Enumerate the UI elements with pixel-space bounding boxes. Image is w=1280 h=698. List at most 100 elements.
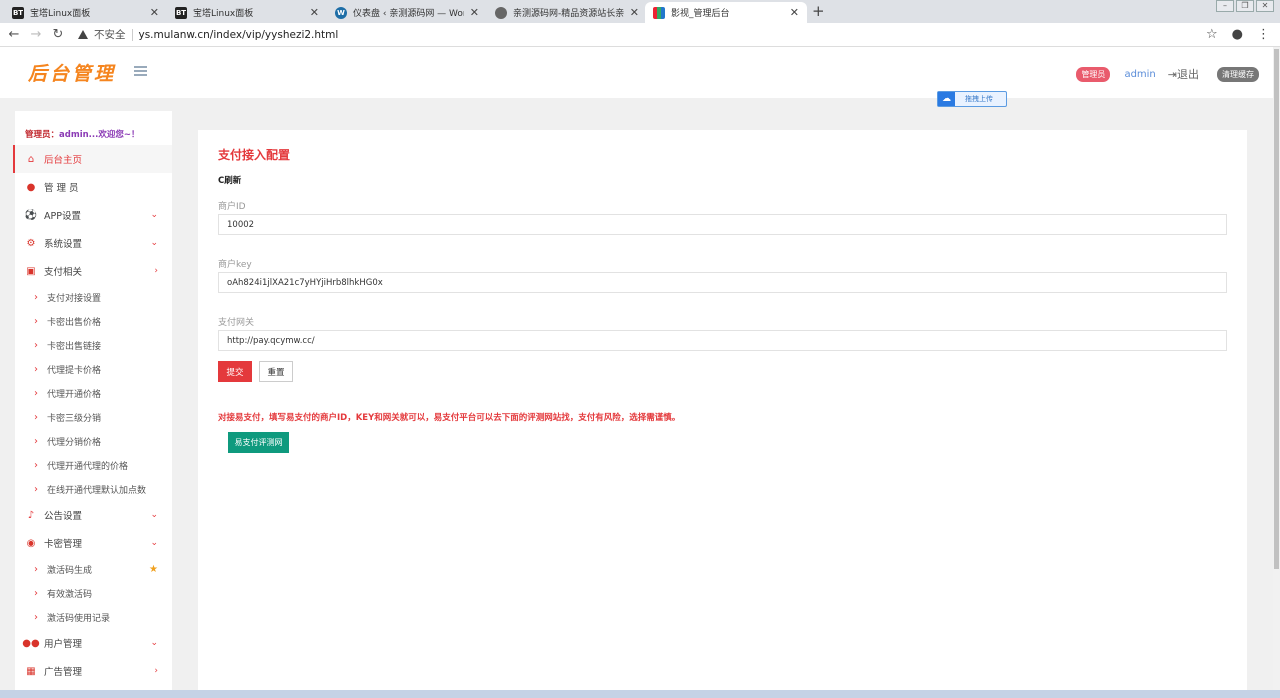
sidebar-item-label: 卡密管理	[44, 539, 83, 550]
close-icon[interactable]: ✕	[630, 6, 639, 19]
chevron-right-icon: ›	[34, 459, 38, 471]
sidebar-subitem[interactable]: › 代理提卡价格	[15, 357, 172, 381]
menu-dots-icon[interactable]: ⋮	[1257, 27, 1270, 42]
menu-toggle-icon[interactable]	[134, 66, 147, 76]
upload-label: 拖拽上传	[965, 95, 993, 103]
clear-cache-button[interactable]: 清理缓存	[1217, 66, 1259, 82]
sidebar-subitem[interactable]: › 代理开通代理的价格	[15, 453, 172, 477]
maximize-button[interactable]: ❐	[1236, 0, 1254, 12]
new-tab-button[interactable]: +	[812, 2, 825, 20]
chevron-right-icon: ›	[34, 435, 38, 447]
star-icon: ★	[149, 563, 158, 575]
browser-tab[interactable]: BT 宝塔Linux面板 ✕	[4, 2, 167, 23]
close-window-button[interactable]: ✕	[1256, 0, 1274, 12]
browser-tab[interactable]: 亲测源码网-精品资源站长亲测 ✕	[487, 2, 647, 23]
logo: 后台管理	[28, 63, 117, 85]
scrollbar[interactable]	[1273, 47, 1280, 698]
sidebar-item[interactable]: ♪ 公告设置 ⌄	[15, 501, 172, 529]
sidebar-item[interactable]: ▣ 支付相关 ›	[15, 257, 172, 285]
merchant-key-input[interactable]	[218, 272, 1227, 293]
sidebar-item-label: 公告设置	[44, 511, 83, 522]
sidebar-subitem[interactable]: › 卡密出售价格	[15, 309, 172, 333]
notice-text: 对接易支付，填写易支付的商户ID，KEY和网关就可以，易支付平台可以去下面的评测…	[218, 413, 681, 423]
sidebar-item-label: APP设置	[44, 211, 81, 222]
sidebar-subitem[interactable]: › 卡密出售链接	[15, 333, 172, 357]
tab-title: 宝塔Linux面板	[30, 9, 91, 19]
eval-site-button[interactable]: 易支付评测网	[228, 432, 289, 453]
close-icon[interactable]: ✕	[310, 6, 319, 19]
app-header: 后台管理 管理员 admin ⇥退出 清理缓存	[0, 47, 1273, 98]
reset-button[interactable]: 重置	[259, 361, 293, 382]
sidebar-subitem[interactable]: › 激活码使用记录	[15, 605, 172, 629]
refresh-label: 刷新	[224, 176, 242, 186]
scrollbar-thumb[interactable]	[1274, 49, 1279, 569]
sidebar-subitem-label: 支付对接设置	[47, 293, 102, 304]
gateway-input[interactable]	[218, 330, 1227, 351]
sidebar-item[interactable]: ●● 用户管理 ⌄	[15, 629, 172, 657]
sidebar-item-label: 后台主页	[44, 155, 83, 166]
bookmark-star-icon[interactable]: ☆	[1206, 27, 1218, 42]
refresh-link[interactable]: C刷新	[218, 174, 241, 186]
browser-tab[interactable]: W 仪表盘 ‹ 亲测源码网 — WordPr ✕	[327, 2, 487, 23]
sidebar-item[interactable]: ▦ 广告管理 ›	[15, 657, 172, 685]
minimize-button[interactable]: –	[1216, 0, 1234, 12]
sidebar-item[interactable]: ⚙ 系统设置 ⌄	[15, 229, 172, 257]
cogs-icon: ⚙	[26, 237, 36, 249]
logout-link[interactable]: ⇥退出	[1168, 66, 1199, 82]
users-icon: ●●	[22, 637, 40, 649]
url-text[interactable]: ys.mulanw.cn/index/vip/yyshezi2.html	[139, 29, 339, 41]
reload-icon[interactable]: ↻	[50, 27, 66, 42]
taskbar	[0, 690, 1280, 698]
sidebar-subitem-label: 在线开通代理默认加点数	[47, 485, 147, 496]
sign-out-icon: ⇥	[1167, 68, 1177, 81]
welcome-text: 管理员：admin...欢迎您~！	[25, 128, 139, 140]
money-icon: ▣	[26, 265, 36, 277]
account-icon[interactable]: ●	[1232, 27, 1243, 42]
close-icon[interactable]: ✕	[470, 6, 479, 19]
submit-button[interactable]: 提交	[218, 361, 252, 382]
warning-icon	[78, 30, 88, 39]
merchant-key-label: 商户key	[218, 260, 252, 270]
insecure-label: 不安全	[94, 29, 126, 41]
chevron-icon: ›	[154, 266, 158, 276]
bt-favicon-icon: BT	[12, 6, 24, 19]
username-link[interactable]: admin	[1124, 69, 1155, 80]
sidebar-item[interactable]: ⌂ 后台主页	[13, 145, 172, 173]
sidebar-subitem[interactable]: › 激活码生成 ★	[15, 557, 172, 581]
sidebar-subitem[interactable]: › 支付对接设置	[15, 285, 172, 309]
merchant-id-input[interactable]	[218, 214, 1227, 235]
sidebar-subitem[interactable]: › 有效激活码	[15, 581, 172, 605]
chevron-right-icon: ›	[34, 611, 38, 623]
sidebar-item-label: 管 理 员	[44, 183, 79, 194]
omnibox[interactable]: 不安全 ys.mulanw.cn/index/vip/yyshezi2.html	[78, 27, 338, 42]
forward-icon[interactable]: →	[28, 27, 44, 42]
chevron-icon: ›	[154, 666, 158, 676]
sidebar-item[interactable]: ⚽ APP设置 ⌄	[15, 201, 172, 229]
sidebar-subitem[interactable]: › 代理分销价格	[15, 429, 172, 453]
globe-icon	[495, 6, 507, 19]
gateway-label: 支付网关	[218, 318, 255, 328]
sidebar-item-label: 系统设置	[44, 239, 83, 250]
close-icon[interactable]: ✕	[790, 6, 799, 19]
address-bar: ← → ↻ 不安全 ys.mulanw.cn/index/vip/yyshezi…	[0, 23, 1280, 47]
sidebar-subitem[interactable]: › 在线开通代理默认加点数	[15, 477, 172, 501]
chevron-icon: ⌄	[150, 638, 158, 648]
browser-tab-active[interactable]: 影视_管理后台 ✕	[645, 2, 807, 23]
chevron-right-icon: ›	[34, 315, 38, 327]
browser-tab[interactable]: BT 宝塔Linux面板 ✕	[167, 2, 327, 23]
logout-label: 退出	[1177, 68, 1199, 81]
welcome-name: admin...欢迎您~！	[59, 130, 140, 140]
sidebar-subitem[interactable]: › 代理开通价格	[15, 381, 172, 405]
chevron-right-icon: ›	[34, 563, 38, 575]
grid-icon	[653, 6, 665, 19]
drag-upload-button[interactable]: ☁ 拖拽上传	[937, 91, 1007, 107]
sidebar-subitem-label: 有效激活码	[47, 589, 93, 600]
sidebar-item[interactable]: ● 管 理 员	[15, 173, 172, 201]
sidebar-subitem-label: 代理开通代理的价格	[47, 461, 129, 472]
sidebar-subitem[interactable]: › 卡密三级分销	[15, 405, 172, 429]
home-icon: ⌂	[27, 153, 35, 165]
sidebar-item[interactable]: ◉ 卡密管理 ⌄	[15, 529, 172, 557]
user-icon: ●	[26, 181, 36, 193]
close-icon[interactable]: ✕	[150, 6, 159, 19]
back-icon[interactable]: ←	[6, 27, 22, 42]
